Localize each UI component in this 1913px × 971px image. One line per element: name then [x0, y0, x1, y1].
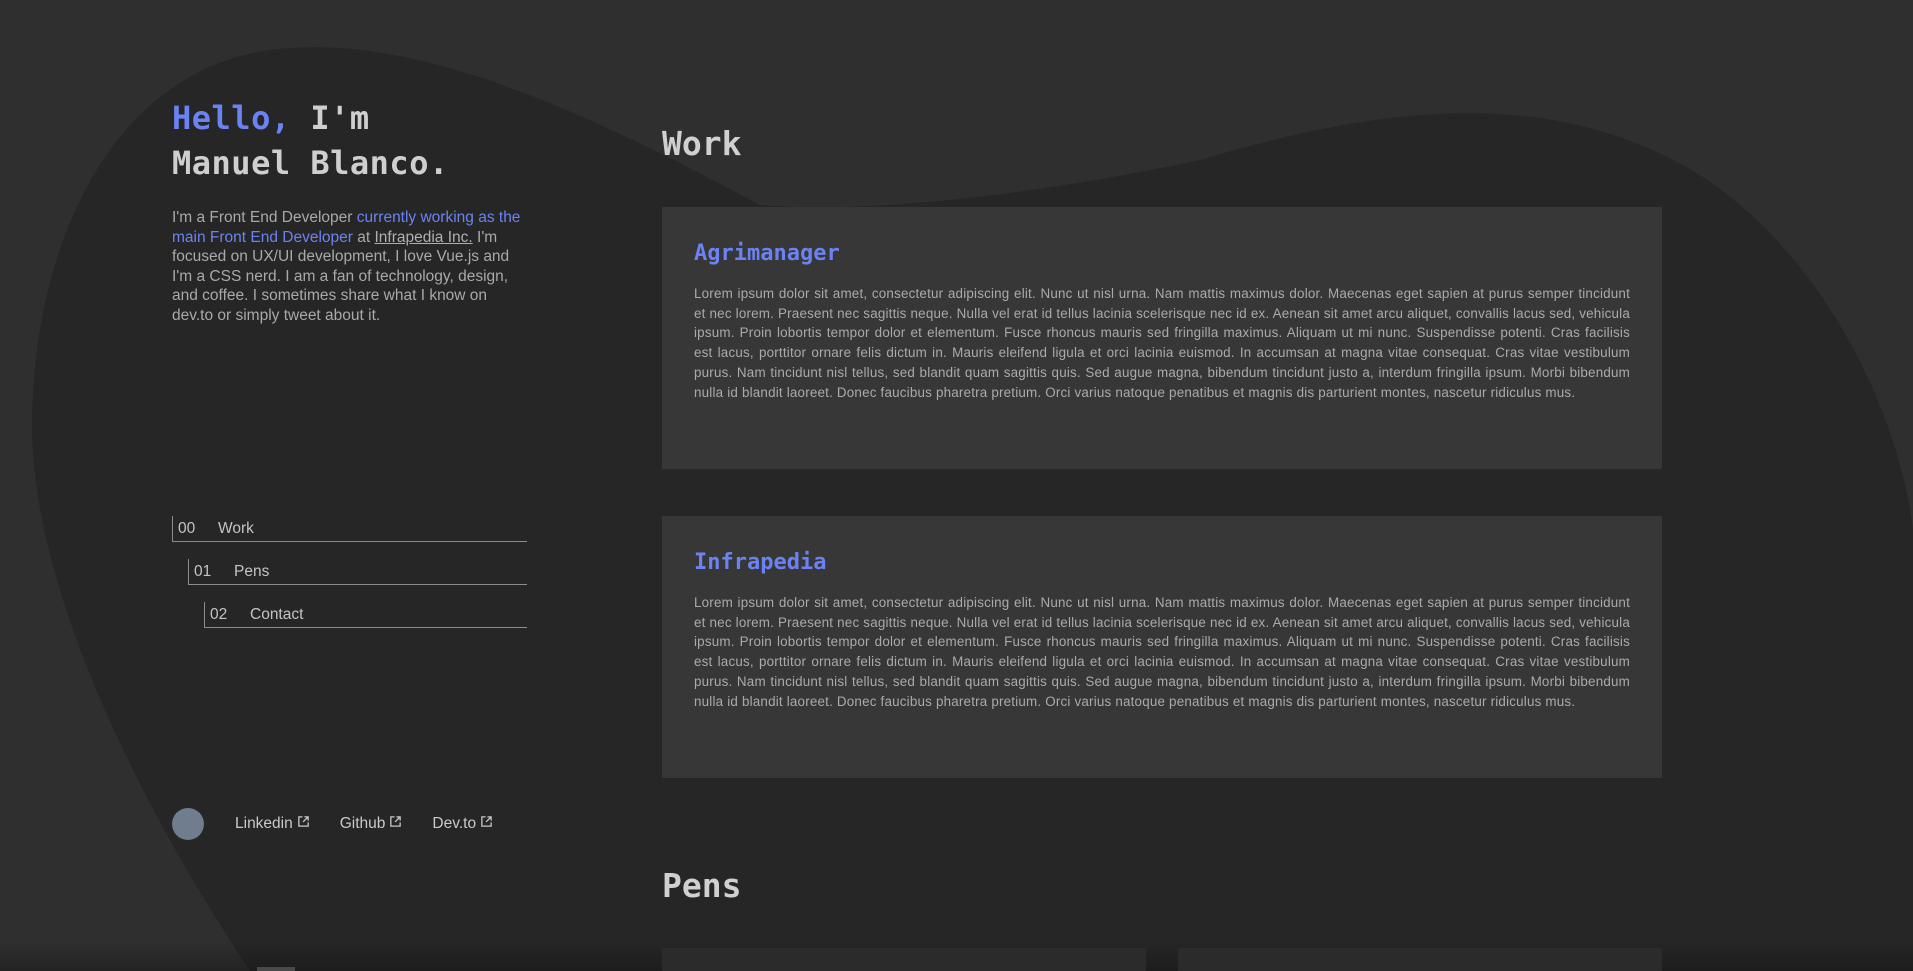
nav-item-label: Contact: [250, 605, 304, 623]
pens-section-title: Pens: [662, 866, 742, 905]
work-card-title[interactable]: Infrapedia: [694, 550, 1630, 575]
social-link-label: Dev.to: [432, 815, 477, 832]
social-link-label: Github: [339, 815, 386, 832]
nav-item-contact[interactable]: 02 Contact: [204, 602, 527, 628]
nav-item-number: 00: [178, 519, 196, 537]
company-link[interactable]: Infrapedia Inc.: [374, 229, 472, 246]
social-link-label: Linkedin: [235, 815, 293, 832]
nav-item-pens[interactable]: 01 Pens: [188, 559, 527, 585]
github-link[interactable]: Github: [340, 815, 403, 833]
nav-item-work[interactable]: 00 Work: [172, 516, 527, 542]
section-nav: 00 Work 01 Pens 02 Contact: [172, 516, 527, 628]
hero-title: Hello, I'm Manuel Blanco.: [172, 96, 527, 186]
nav-item-number: 01: [194, 562, 212, 580]
work-card-description: Lorem ipsum dolor sit amet, consectetur …: [694, 286, 1630, 400]
external-link-icon: [481, 815, 492, 827]
external-link-icon: [390, 815, 402, 827]
linkedin-link[interactable]: Linkedin: [235, 815, 310, 833]
social-links: Linkedin Github Dev.to: [172, 808, 523, 840]
hero-intro: I'm: [290, 99, 370, 137]
bio-text: I'm a Front End Developer currently work…: [172, 208, 522, 325]
avatar[interactable]: [172, 808, 204, 840]
pen-card[interactable]: [1178, 948, 1662, 971]
hero-greeting: Hello,: [172, 99, 291, 137]
bio-part2: at: [352, 228, 375, 246]
bio-part1: I'm a Front End Developer: [172, 209, 357, 226]
work-card-title[interactable]: Agrimanager: [694, 241, 1630, 266]
work-card-agrimanager: Agrimanager Lorem ipsum dolor sit amet, …: [662, 207, 1662, 469]
devto-link[interactable]: Dev.to: [432, 815, 493, 833]
work-card-description: Lorem ipsum dolor sit amet, consectetur …: [694, 595, 1630, 709]
work-card-infrapedia: Infrapedia Lorem ipsum dolor sit amet, c…: [662, 516, 1662, 778]
nav-item-label: Pens: [234, 562, 270, 580]
sidebar: Hello, I'm Manuel Blanco. I'm a Front En…: [172, 96, 527, 840]
portfolio-page: Hello, I'm Manuel Blanco. I'm a Front En…: [0, 0, 1913, 971]
nav-item-number: 02: [210, 605, 228, 623]
pen-card[interactable]: [662, 948, 1146, 971]
work-section-title: Work: [662, 124, 742, 163]
scroll-indicator: [257, 967, 295, 971]
external-link-icon: [297, 815, 309, 827]
hero-name: Manuel Blanco.: [172, 144, 449, 182]
nav-item-label: Work: [218, 519, 254, 537]
